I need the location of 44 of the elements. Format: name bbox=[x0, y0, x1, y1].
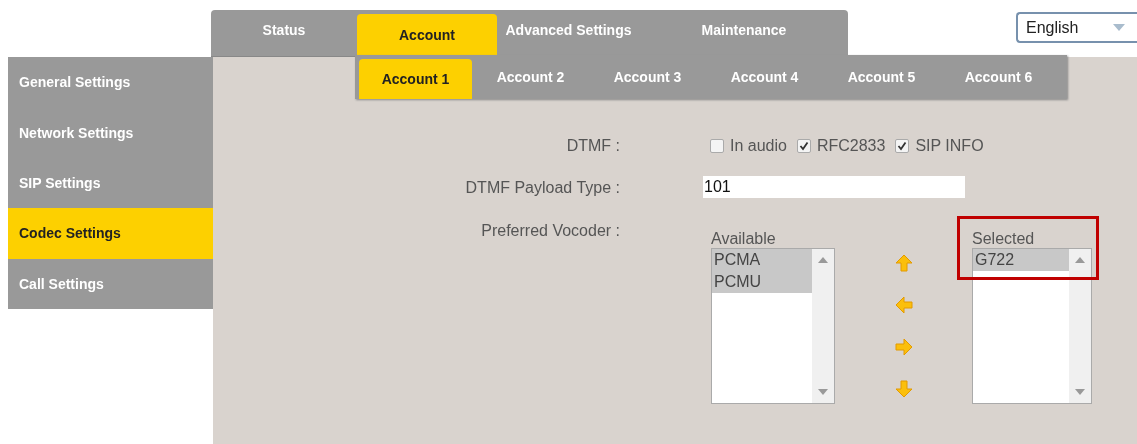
checkbox[interactable] bbox=[710, 139, 724, 153]
selected-list[interactable]: G722 bbox=[972, 248, 1092, 404]
account-tab[interactable]: Account 5 bbox=[823, 55, 940, 99]
field-label: DTMF : bbox=[565, 137, 620, 155]
account-tab[interactable]: Account 1 bbox=[359, 59, 472, 99]
main-tab[interactable]: Maintenance bbox=[640, 10, 848, 56]
list-item[interactable]: PCMA bbox=[712, 249, 812, 271]
sidebar-item[interactable]: General Settings bbox=[8, 57, 213, 108]
account-tab[interactable]: Account 2 bbox=[472, 55, 589, 99]
caret-icon bbox=[1113, 23, 1125, 32]
available-list[interactable]: PCMA PCMU bbox=[711, 248, 835, 404]
scroll-down-icon[interactable] bbox=[1075, 389, 1085, 395]
list-item[interactable]: PCMU bbox=[712, 271, 812, 293]
payload-type-field[interactable]: 101 bbox=[703, 176, 965, 198]
account-tab[interactable]: Account 3 bbox=[589, 55, 706, 99]
sidebar-item[interactable]: Network Settings bbox=[8, 107, 213, 158]
scroll-up-icon[interactable] bbox=[1075, 257, 1085, 263]
main-tab[interactable]: Status bbox=[211, 10, 357, 56]
language-select[interactable]: English bbox=[1016, 12, 1137, 43]
account-tab[interactable]: Account 4 bbox=[706, 55, 823, 99]
scroll-up-icon[interactable] bbox=[818, 257, 828, 263]
sidebar-item[interactable]: Call Settings bbox=[8, 258, 213, 310]
checkbox-label: RFC2833 bbox=[816, 137, 886, 155]
arrow-down-icon[interactable] bbox=[894, 380, 913, 398]
main-tab[interactable]: Advanced Settings bbox=[497, 10, 640, 56]
main-tab[interactable]: Account bbox=[357, 14, 497, 56]
list-heading: Available bbox=[711, 230, 777, 248]
scrollbar[interactable] bbox=[812, 249, 834, 403]
checkbox-label: In audio bbox=[730, 137, 787, 155]
arrow-up-icon[interactable] bbox=[894, 254, 913, 272]
sidebar-item[interactable]: SIP Settings bbox=[8, 157, 213, 209]
account-tab[interactable]: Account 6 bbox=[940, 55, 1057, 99]
scrollbar[interactable] bbox=[1069, 249, 1091, 403]
checkbox-label: SIP INFO bbox=[915, 137, 984, 155]
arrow-right-icon[interactable] bbox=[894, 338, 913, 356]
checkbox[interactable] bbox=[796, 139, 811, 153]
arrow-left-icon[interactable] bbox=[894, 296, 913, 314]
field-label: Preferred Vocoder : bbox=[480, 222, 620, 241]
checkbox[interactable] bbox=[895, 139, 910, 153]
field-label: DTMF Payload Type : bbox=[464, 179, 620, 198]
list-item[interactable]: G722 bbox=[973, 249, 1069, 271]
list-heading: Selected bbox=[972, 230, 1036, 248]
scroll-down-icon[interactable] bbox=[818, 389, 828, 395]
sidebar-item[interactable]: Codec Settings bbox=[8, 208, 213, 259]
